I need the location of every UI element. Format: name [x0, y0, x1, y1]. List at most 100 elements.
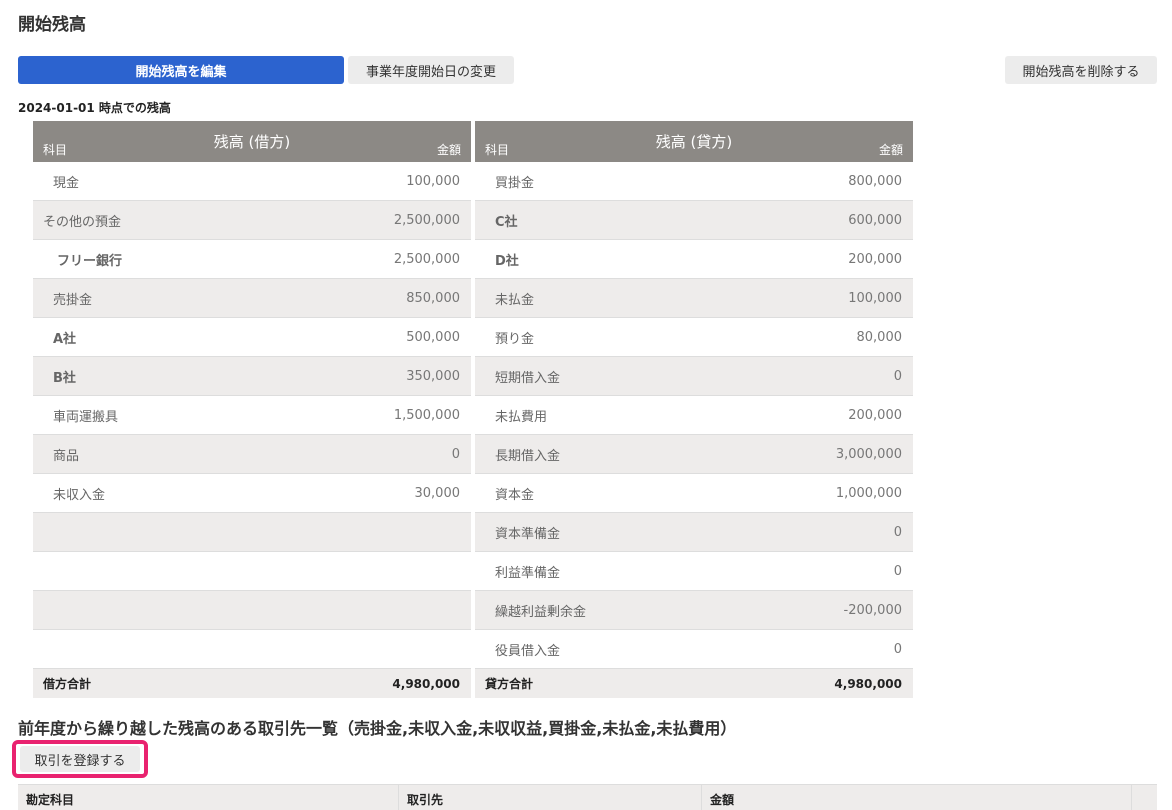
debit-amount: 850,000 [406, 290, 460, 306]
as-of-date-label: 2024-01-01 時点での残高 [18, 101, 171, 115]
debit-cell [33, 591, 471, 630]
credit-account: 未払金 [495, 292, 535, 308]
table-row: 車両運搬具 1,500,000 未払費用 200,000 [33, 396, 913, 435]
credit-cell: 預り金 80,000 [475, 318, 913, 357]
credit-amount: 80,000 [856, 329, 903, 345]
debit-cell: 売掛金 850,000 [33, 279, 471, 318]
credit-amount: 200,000 [848, 407, 902, 423]
credit-cell: 未払費用 200,000 [475, 396, 913, 435]
balance-table-header: 残高 (借方) 科目 金額 残高 (貸方) 科目 金額 [33, 121, 913, 162]
credit-cell: C社 600,000 [475, 201, 913, 240]
credit-account: 資本準備金 [495, 526, 561, 542]
credit-account: 繰越利益剰余金 [495, 604, 587, 620]
debit-account: 車両運搬具 [53, 409, 119, 425]
credit-title: 残高 (貸方) [655, 133, 733, 151]
debit-account: 現金 [53, 175, 80, 191]
credit-account: 役員借入金 [495, 643, 561, 659]
column-header-amount: 金額 [702, 785, 1132, 810]
credit-account: 未払費用 [495, 409, 548, 425]
credit-account: 利益準備金 [495, 565, 561, 581]
credit-account-header: 科目 [485, 143, 510, 157]
table-row: 利益準備金 0 [33, 552, 913, 591]
debit-account: その他の預金 [43, 214, 122, 230]
debit-cell: 車両運搬具 1,500,000 [33, 396, 471, 435]
credit-cell: 繰越利益剰余金 -200,000 [475, 591, 913, 630]
debit-account: B社 [53, 370, 76, 386]
table-row: その他の預金 2,500,000 C社 600,000 [33, 201, 913, 240]
debit-cell: A社 500,000 [33, 318, 471, 357]
credit-account: D社 [495, 253, 519, 269]
debit-account-header: 科目 [43, 143, 68, 157]
credit-cell: 短期借入金 0 [475, 357, 913, 396]
debit-cell: 未収入金 30,000 [33, 474, 471, 513]
credit-account: 買掛金 [495, 175, 535, 191]
table-row: フリー銀行 2,500,000 D社 200,000 [33, 240, 913, 279]
debit-amount: 500,000 [406, 329, 460, 345]
debit-cell: 商品 0 [33, 435, 471, 474]
credit-amount: 1,000,000 [835, 485, 902, 501]
change-fiscal-year-start-button[interactable]: 事業年度開始日の変更 [348, 56, 514, 84]
debit-total-amount: 4,980,000 [392, 676, 460, 691]
credit-amount: 0 [893, 563, 902, 579]
credit-cell: 長期借入金 3,000,000 [475, 435, 913, 474]
debit-account: A社 [53, 331, 77, 347]
credit-header: 残高 (貸方) 科目 金額 [475, 121, 913, 162]
debit-cell: B社 350,000 [33, 357, 471, 396]
credit-amount: 100,000 [848, 290, 902, 306]
credit-total-amount: 4,980,000 [834, 676, 902, 691]
table-row: A社 500,000 預り金 80,000 [33, 318, 913, 357]
debit-total-cell: 借方合計 4,980,000 [33, 669, 471, 698]
debit-account: 商品 [53, 448, 80, 464]
credit-amount: 200,000 [848, 251, 902, 267]
credit-cell: 資本金 1,000,000 [475, 474, 913, 513]
credit-amount: 800,000 [848, 173, 902, 189]
credit-amount: 3,000,000 [835, 446, 902, 462]
table-row: 売掛金 850,000 未払金 100,000 [33, 279, 913, 318]
credit-cell: 資本準備金 0 [475, 513, 913, 552]
debit-cell: フリー銀行 2,500,000 [33, 240, 471, 279]
table-row: 資本準備金 0 [33, 513, 913, 552]
balance-total-row: 借方合計 4,980,000 貸方合計 4,980,000 [33, 669, 913, 698]
credit-total-label: 貸方合計 [485, 677, 534, 691]
table-row: 役員借入金 0 [33, 630, 913, 669]
credit-cell: 役員借入金 0 [475, 630, 913, 669]
debit-amount: 2,500,000 [393, 212, 460, 228]
credit-account: 長期借入金 [495, 448, 561, 464]
table-row: 未収入金 30,000 資本金 1,000,000 [33, 474, 913, 513]
debit-cell [33, 630, 471, 669]
partners-section-title: 前年度から繰り越した残高のある取引先一覧（売掛金,未収入金,未収収益,買掛金,未… [18, 719, 737, 738]
debit-total-label: 借方合計 [43, 677, 92, 691]
column-header-account: 勘定科目 [18, 785, 399, 810]
debit-cell [33, 513, 471, 552]
edit-opening-balance-button[interactable]: 開始残高を編集 [18, 56, 344, 84]
debit-amount: 0 [451, 446, 460, 462]
credit-account: C社 [495, 214, 518, 230]
table-row: 商品 0 長期借入金 3,000,000 [33, 435, 913, 474]
debit-cell: 現金 100,000 [33, 162, 471, 201]
opening-balance-table: 残高 (借方) 科目 金額 残高 (貸方) 科目 金額 現金 100,000 買掛… [33, 121, 913, 698]
credit-amount: 600,000 [848, 212, 902, 228]
credit-account: 短期借入金 [495, 370, 561, 386]
credit-amount: 0 [893, 641, 902, 657]
debit-amount: 100,000 [406, 173, 460, 189]
credit-account: 預り金 [495, 331, 535, 347]
table-row: B社 350,000 短期借入金 0 [33, 357, 913, 396]
column-header-partner: 取引先 [399, 785, 702, 810]
debit-account: 売掛金 [53, 292, 93, 308]
partners-table-header: 勘定科目 取引先 金額 [18, 784, 1157, 810]
credit-total-cell: 貸方合計 4,980,000 [475, 669, 913, 698]
debit-amount: 350,000 [406, 368, 460, 384]
debit-amount: 1,500,000 [393, 407, 460, 423]
debit-cell [33, 552, 471, 591]
debit-account: フリー銀行 [57, 253, 123, 269]
delete-opening-balance-button[interactable]: 開始残高を削除する [1005, 56, 1157, 84]
register-transaction-button[interactable]: 取引を登録する [20, 746, 140, 772]
credit-amount: -200,000 [843, 602, 902, 618]
credit-amount-header: 金額 [878, 143, 903, 157]
credit-cell: 未払金 100,000 [475, 279, 913, 318]
credit-amount: 0 [893, 524, 902, 540]
debit-amount: 30,000 [414, 485, 461, 501]
credit-cell: 買掛金 800,000 [475, 162, 913, 201]
debit-amount: 2,500,000 [393, 251, 460, 267]
debit-cell: その他の預金 2,500,000 [33, 201, 471, 240]
